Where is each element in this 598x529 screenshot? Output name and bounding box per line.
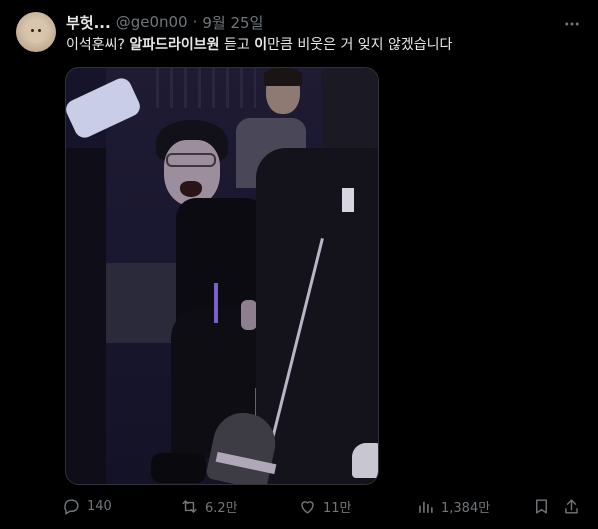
- like-button[interactable]: 11만: [298, 497, 352, 516]
- more-icon[interactable]: [562, 14, 582, 34]
- avatar[interactable]: [16, 12, 56, 52]
- like-count: 11만: [323, 501, 352, 516]
- tweet-header: 부헛... @ge0n00 · 9월 25일: [66, 12, 263, 32]
- tweet-actions: 140 6.2만 11만 1,384만: [62, 497, 586, 519]
- views-count: 1,384만: [441, 501, 491, 516]
- tweet-text: 이석훈씨? 알파드라이브원 듣고 이만큼 비웃은 거 잊지 않겠습니다: [66, 35, 452, 55]
- tweet-date[interactable]: 9월 25일: [202, 12, 263, 33]
- photo-label: [342, 188, 354, 212]
- author-handle[interactable]: @ge0n00: [116, 13, 188, 31]
- tweet[interactable]: 부헛... @ge0n00 · 9월 25일 이석훈씨? 알파드라이브원 듣고 …: [0, 0, 598, 529]
- photo-bg-person-hair: [264, 68, 302, 86]
- tweet-text-bold: 알파드라이브원: [129, 37, 220, 53]
- avatar-eye-right: [38, 29, 41, 32]
- separator-dot: ·: [192, 13, 198, 31]
- avatar-eye-left: [31, 29, 34, 32]
- photo-main-hand: [241, 300, 257, 330]
- reply-icon: [64, 499, 79, 515]
- views-button[interactable]: 1,384만: [416, 497, 490, 516]
- photo-purple-light: [214, 283, 218, 323]
- author-name[interactable]: 부헛...: [66, 12, 111, 33]
- avatar-face: [26, 21, 46, 43]
- photo-main-mouth: [180, 181, 202, 197]
- tweet-text-part: 만큼 비웃은 거 잊지 않겠습니다: [267, 37, 453, 53]
- photo-shoe-right: [352, 443, 378, 478]
- tweet-photo[interactable]: [65, 67, 379, 485]
- tweet-text-bold: 이: [254, 37, 268, 53]
- bookmark-icon: [536, 499, 547, 514]
- retweet-icon: [182, 500, 197, 513]
- views-icon: [419, 501, 433, 513]
- retweet-button[interactable]: 6.2만: [180, 497, 238, 516]
- tweet-text-part: 듣고: [219, 37, 255, 53]
- share-button[interactable]: [562, 497, 581, 516]
- heart-icon: [301, 501, 314, 514]
- photo-railing: [156, 68, 256, 108]
- bookmark-button[interactable]: [532, 497, 551, 516]
- photo-shoe-left: [151, 453, 206, 483]
- photo-main-glasses: [166, 153, 216, 167]
- photo-camera-rig: [321, 68, 378, 148]
- photo-left-person: [66, 148, 106, 484]
- reply-button[interactable]: 140: [62, 497, 112, 516]
- tweet-text-part: 이석훈씨?: [66, 37, 130, 53]
- retweet-count: 6.2만: [205, 501, 238, 516]
- share-icon: [565, 499, 578, 514]
- reply-count: 140: [87, 499, 112, 514]
